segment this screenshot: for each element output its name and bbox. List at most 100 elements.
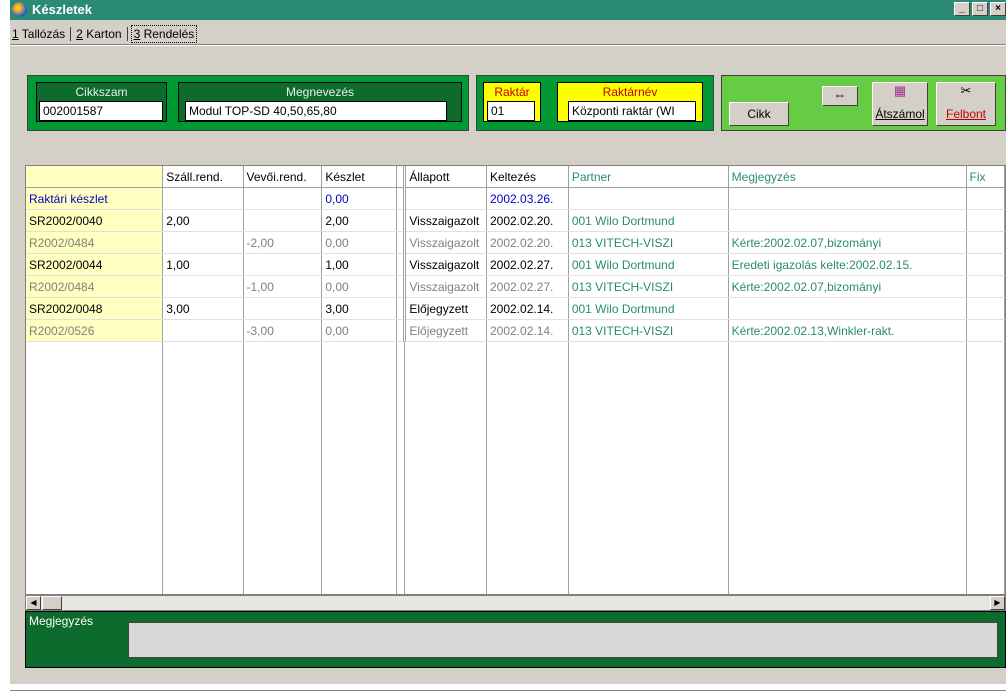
cell-szall-rend[interactable]: 1,00 xyxy=(162,253,244,276)
cell-fix[interactable] xyxy=(966,253,1005,276)
cell-fix[interactable] xyxy=(966,231,1005,254)
table-row[interactable]: R2002/0484 -1,00 0,00 Visszaigazolt 2002.02.… xyxy=(26,275,1005,298)
cell-szall-rend[interactable] xyxy=(162,275,244,298)
col-header-megjegyzes[interactable]: Megjegyzés xyxy=(728,166,967,188)
notes-field[interactable] xyxy=(128,622,998,658)
cell-code[interactable]: SR2002/0044 xyxy=(26,253,164,276)
atszamol-button[interactable]: ▦ Átszámol xyxy=(872,82,928,126)
table-row[interactable]: R2002/0526 -3,00 0,00 Előjegyzett 2002.02.14… xyxy=(26,319,1005,342)
cell-code[interactable]: R2002/0484 xyxy=(26,231,164,254)
cell-allapott[interactable]: Előjegyzett xyxy=(404,319,487,342)
cell-szall-rend[interactable] xyxy=(162,319,244,342)
cell-keszlet[interactable]: 1,00 xyxy=(321,253,398,276)
cell-allapott[interactable]: Visszaigazolt xyxy=(404,209,487,232)
cell-fix[interactable] xyxy=(966,319,1005,342)
cell-keszlet[interactable]: 0,00 xyxy=(321,187,398,210)
scroll-right-icon[interactable]: ▶ xyxy=(990,596,1005,610)
cell-code[interactable]: SR2002/0040 xyxy=(26,209,164,232)
tab-rendeles[interactable]: 3 Rendelés xyxy=(130,25,198,43)
close-button[interactable]: × xyxy=(990,2,1006,16)
cell-separator[interactable] xyxy=(396,297,407,320)
cell-keszlet[interactable]: 0,00 xyxy=(321,275,398,298)
col-header-partner[interactable]: Partner xyxy=(568,166,729,188)
cell-allapott[interactable]: Visszaigazolt xyxy=(404,275,487,298)
col-header-keltezes[interactable]: Keltezés xyxy=(486,166,569,188)
cell-separator[interactable] xyxy=(396,209,407,232)
cell-keltezes[interactable]: 2002.02.20. xyxy=(486,209,569,232)
cell-keszlet[interactable]: 2,00 xyxy=(321,209,398,232)
cell-code[interactable]: SR2002/0048 xyxy=(26,297,164,320)
cell-code[interactable]: R2002/0526 xyxy=(26,319,164,342)
cell-partner[interactable]: 013 VITECH-VISZI xyxy=(568,275,729,298)
cell-vevoi-rend[interactable] xyxy=(243,209,323,232)
col-header-keszlet[interactable]: Készlet xyxy=(321,166,398,188)
cell-keltezes[interactable]: 2002.03.26. xyxy=(486,187,569,210)
table-row[interactable]: SR2002/0040 2,00 2,00 Visszaigazolt 2002.02.… xyxy=(26,209,1005,232)
cell-keszlet[interactable]: 3,00 xyxy=(321,297,398,320)
col-header-allapott[interactable]: Állapott xyxy=(404,166,487,188)
col-header-code[interactable] xyxy=(26,166,164,188)
cell-fix[interactable] xyxy=(966,209,1005,232)
tab-tallozas[interactable]: 1 Tallózás xyxy=(10,27,67,41)
cell-vevoi-rend[interactable]: -1,00 xyxy=(243,275,323,298)
cell-vevoi-rend[interactable] xyxy=(243,187,323,210)
cell-megjegyzes[interactable]: Kérte:2002.02.07,bizományi xyxy=(728,275,967,298)
col-header-vevoi-rend[interactable]: Vevői.rend. xyxy=(243,166,323,188)
cell-keltezes[interactable]: 2002.02.20. xyxy=(486,231,569,254)
table-row[interactable]: R2002/0484 -2,00 0,00 Visszaigazolt 2002.02.… xyxy=(26,231,1005,254)
cell-separator[interactable] xyxy=(396,187,407,210)
cell-keszlet[interactable]: 0,00 xyxy=(321,319,398,342)
cell-vevoi-rend[interactable] xyxy=(243,297,323,320)
scroll-thumb[interactable] xyxy=(42,596,62,610)
table-row[interactable]: Raktári készlet 0,00 2002.03.26. xyxy=(26,187,1005,210)
cell-partner[interactable]: 001 Wilo Dortmund xyxy=(568,297,729,320)
cell-keltezes[interactable]: 2002.02.27. xyxy=(486,275,569,298)
cell-fix[interactable] xyxy=(966,297,1005,320)
megnevezes-field[interactable]: Modul TOP-SD 40,50,65,80 xyxy=(185,101,447,121)
cell-megjegyzes[interactable] xyxy=(728,187,967,210)
scroll-left-icon[interactable]: ◀ xyxy=(26,596,41,610)
tab-karton[interactable]: 2 Karton xyxy=(74,27,123,41)
cell-allapott[interactable]: Előjegyzett xyxy=(404,297,487,320)
cell-megjegyzes[interactable]: Kérte:2002.02.13,Winkler-rakt. xyxy=(728,319,967,342)
cell-separator[interactable] xyxy=(396,275,407,298)
orders-grid[interactable]: Száll.rend. Vevői.rend. Készlet Állapott… xyxy=(25,165,1006,595)
cell-vevoi-rend[interactable]: -3,00 xyxy=(243,319,323,342)
cell-code[interactable]: R2002/0484 xyxy=(26,275,164,298)
minimize-button[interactable]: _ xyxy=(954,2,970,16)
cell-vevoi-rend[interactable]: -2,00 xyxy=(243,231,323,254)
cell-vevoi-rend[interactable] xyxy=(243,253,323,276)
cell-partner[interactable]: 001 Wilo Dortmund xyxy=(568,209,729,232)
table-row[interactable]: SR2002/0048 3,00 3,00 Előjegyzett 2002.02.14… xyxy=(26,297,1005,320)
felbont-button[interactable]: ✂ Felbont xyxy=(936,82,996,126)
raktar-field[interactable]: 01 xyxy=(487,101,535,121)
cell-megjegyzes[interactable]: Kérte:2002.02.07,bizományi xyxy=(728,231,967,254)
cell-keszlet[interactable]: 0,00 xyxy=(321,231,398,254)
cell-keltezes[interactable]: 2002.02.14. xyxy=(486,319,569,342)
cell-partner[interactable]: 013 VITECH-VISZI xyxy=(568,319,729,342)
cell-keltezes[interactable]: 2002.02.14. xyxy=(486,297,569,320)
cell-separator[interactable] xyxy=(396,231,407,254)
cell-szall-rend[interactable]: 3,00 xyxy=(162,297,244,320)
cell-fix[interactable] xyxy=(966,275,1005,298)
col-header-szall-rend[interactable]: Száll.rend. xyxy=(162,166,244,188)
swap-button[interactable]: ⇔ xyxy=(822,86,858,106)
cell-separator[interactable] xyxy=(396,253,407,276)
cell-megjegyzes[interactable]: Eredeti igazolás kelte:2002.02.15. xyxy=(728,253,967,276)
horizontal-scrollbar[interactable]: ◀ ▶ xyxy=(25,595,1006,611)
raktarnev-field[interactable]: Központi raktár (WI xyxy=(568,101,696,121)
col-header-fix[interactable]: Fix xyxy=(966,166,1005,188)
cell-partner[interactable]: 013 VITECH-VISZI xyxy=(568,231,729,254)
cell-allapott[interactable]: Visszaigazolt xyxy=(404,231,487,254)
cell-szall-rend[interactable]: 2,00 xyxy=(162,209,244,232)
cell-szall-rend[interactable] xyxy=(162,231,244,254)
cikkszam-field[interactable]: 002001587 xyxy=(39,101,163,121)
cell-allapott[interactable] xyxy=(404,187,487,210)
cell-separator[interactable] xyxy=(396,319,407,342)
cell-code[interactable]: Raktári készlet xyxy=(26,187,164,210)
table-row[interactable]: SR2002/0044 1,00 1,00 Visszaigazolt 2002.02.… xyxy=(26,253,1005,276)
cell-keltezes[interactable]: 2002.02.27. xyxy=(486,253,569,276)
maximize-button[interactable]: □ xyxy=(972,2,988,16)
cell-fix[interactable] xyxy=(966,187,1005,210)
cell-megjegyzes[interactable] xyxy=(728,209,967,232)
